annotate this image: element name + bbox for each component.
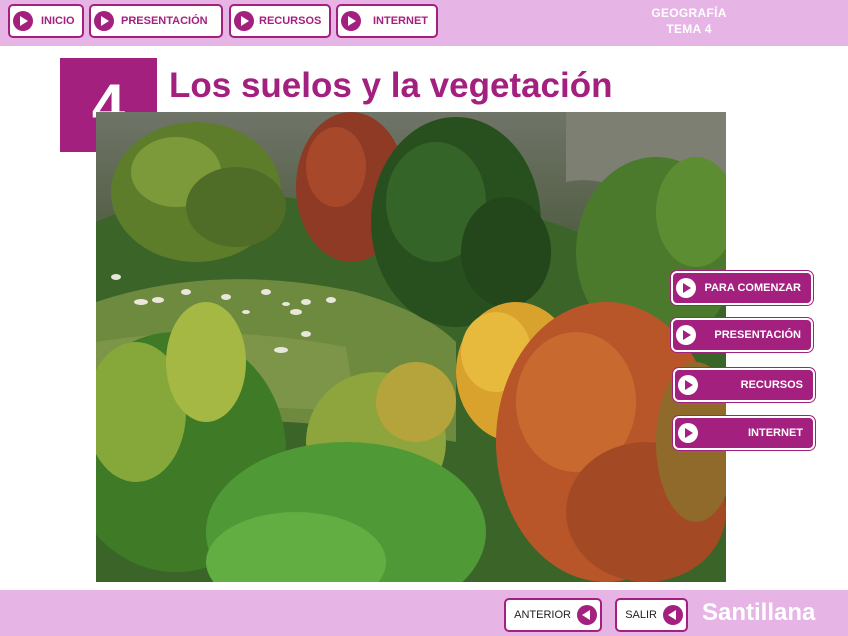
brand-logo: Santillana [702,599,816,626]
play-arrow-icon [13,11,33,31]
page-title: Los suelos y la vegetación [169,66,613,105]
nav-button-label: PRESENTACIÓN [121,15,208,27]
exit-button-label: SALIR [625,609,657,621]
nav-button-label: RECURSOS [259,15,322,27]
subject-name: GEOGRAFÍA [651,6,727,20]
nav-button-presentacion[interactable]: PRESENTACIÓN [89,4,223,38]
nav-button-label: INTERNET [373,15,428,27]
bottom-navigation-bar: ANTERIOR SALIR Santillana [0,590,848,636]
back-arrow-icon [577,605,597,625]
play-arrow-icon [678,423,698,443]
top-navigation-bar: INICIO PRESENTACIÓN RECURSOS INTERNET GE… [0,0,848,46]
side-button-label: PRESENTACIÓN [714,329,801,341]
side-button-para-comenzar[interactable]: PARA COMENZAR [671,271,813,305]
subject-heading: GEOGRAFÍA TEMA 4 [600,5,778,37]
nav-button-internet[interactable]: INTERNET [336,4,438,38]
back-arrow-icon [663,605,683,625]
forest-illustration [96,112,726,582]
play-arrow-icon [94,11,114,31]
side-button-label: INTERNET [748,427,803,439]
previous-button[interactable]: ANTERIOR [504,598,602,632]
nav-button-recursos[interactable]: RECURSOS [229,4,331,38]
previous-button-label: ANTERIOR [514,609,571,621]
side-button-internet[interactable]: INTERNET [673,416,815,450]
play-arrow-icon [676,325,696,345]
landscape-photo [96,112,726,582]
nav-button-label: INICIO [41,15,75,27]
play-arrow-icon [676,278,696,298]
unit-label: TEMA 4 [666,22,712,36]
side-button-presentacion[interactable]: PRESENTACIÓN [671,318,813,352]
play-arrow-icon [234,11,254,31]
play-arrow-icon [678,375,698,395]
side-button-label: PARA COMENZAR [704,282,801,294]
side-button-recursos[interactable]: RECURSOS [673,368,815,402]
exit-button[interactable]: SALIR [615,598,688,632]
play-arrow-icon [341,11,361,31]
nav-button-inicio[interactable]: INICIO [8,4,84,38]
side-button-label: RECURSOS [740,379,803,391]
